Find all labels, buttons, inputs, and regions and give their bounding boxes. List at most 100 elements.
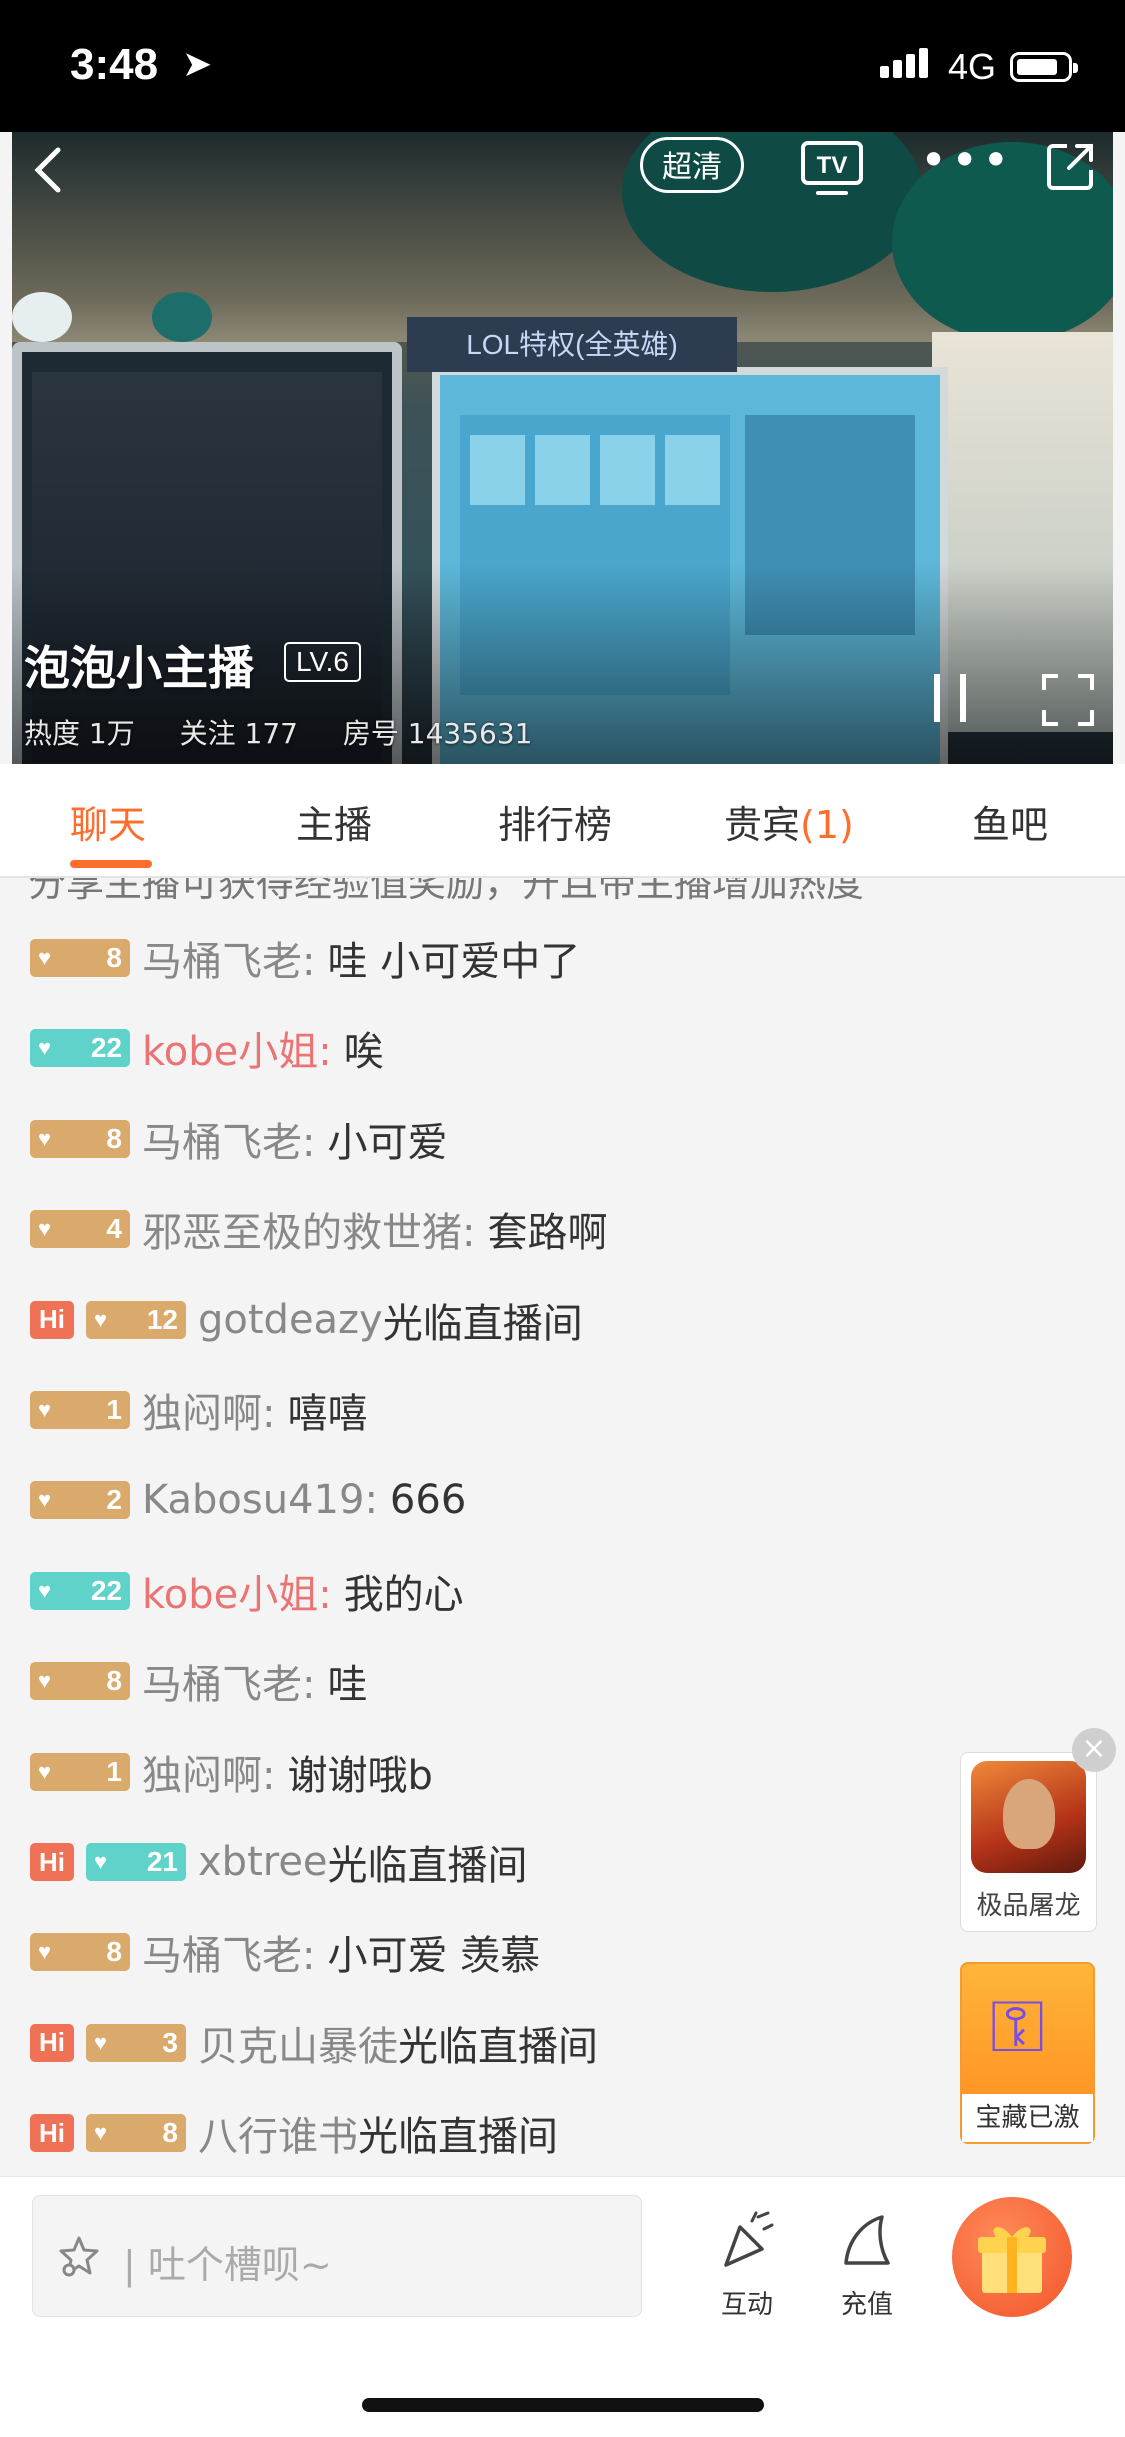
network-type: 4G <box>948 46 997 87</box>
chat-input-placeholder: | 吐个槽呗~ <box>123 2243 332 2287</box>
more-options-icon[interactable]: ••• <box>920 137 1009 183</box>
hi-badge: Hi <box>30 2023 74 2062</box>
chat-message[interactable]: ♥ 4 邪恶至极的救世猪: 套路啊 <box>30 1199 607 1259</box>
chat-text: 666 <box>389 1477 467 1524</box>
chat-username[interactable]: 马桶飞老: <box>142 1652 315 1710</box>
hi-badge: Hi <box>30 1843 74 1881</box>
recharge-label: 充值 <box>840 2290 893 2320</box>
home-indicator <box>362 2398 764 2412</box>
recharge-fin-icon <box>844 2215 890 2265</box>
close-ad-icon[interactable]: × <box>1072 1728 1116 1772</box>
fan-level-badge: ♥ 2 <box>30 1481 130 1520</box>
badge-emblem-icon: ♥ <box>38 1668 52 1694</box>
chat-username[interactable]: 独闷啊: <box>142 1743 275 1801</box>
tab-chat[interactable]: 聊天 <box>70 794 146 849</box>
chat-text: 光临直播间 <box>327 1843 528 1889</box>
chat-message[interactable]: ♥ 8 马桶飞老: 小可爱 羡慕 <box>30 1922 540 1982</box>
status-time: 3:48 <box>70 40 159 89</box>
chat-message[interactable]: ♥ 2 Kabosu419: 666 <box>30 1470 466 1530</box>
cellular-signal-icon <box>880 48 932 78</box>
fan-level-badge: ♥ 4 <box>30 1210 130 1249</box>
balloon-decoration <box>152 292 212 342</box>
svg-text:TV: TV <box>817 152 848 179</box>
chat-message[interactable]: ♥ 1 独闷啊: 嘻嘻 <box>30 1380 367 1440</box>
chat-username[interactable]: kobe小姐: <box>142 1019 332 1077</box>
chat-username[interactable]: xbtree <box>198 1839 328 1885</box>
chat-message[interactable]: Hi ♥ 8 八行谁书 光临直播间 <box>30 2103 558 2163</box>
chat-username[interactable]: 马桶飞老: <box>142 1110 315 1168</box>
chat-message[interactable]: ♥ 8 马桶飞老: 哇 小可爱中了 <box>30 928 580 988</box>
chat-input[interactable]: | 吐个槽呗~ <box>32 2195 642 2317</box>
fan-level-number: 12 <box>146 1303 178 1335</box>
chat-message[interactable]: Hi ♥ 21 xbtree 光临直播间 <box>30 1832 528 1892</box>
chat-username[interactable]: 马桶飞老: <box>142 1923 315 1981</box>
game-ad[interactable]: 极品屠龙 <box>960 1752 1097 1932</box>
tab-ranking[interactable]: 排行榜 <box>498 794 612 849</box>
chat-message[interactable]: ♥ 1 独闷啊: 谢谢哦b <box>30 1742 433 1802</box>
fullscreen-icon[interactable] <box>1040 672 1096 728</box>
pause-icon[interactable] <box>930 670 970 726</box>
chat-username[interactable]: 八行谁书 <box>198 2104 358 2162</box>
back-arrow-icon[interactable] <box>28 140 68 200</box>
interact-label: 互动 <box>720 2290 773 2320</box>
interact-button[interactable]: 互动 <box>702 2207 792 2321</box>
tv-cast-icon[interactable]: TV <box>800 140 864 198</box>
chat-message[interactable]: ♥ 8 马桶飞老: 哇 <box>30 1651 367 1711</box>
chat-username[interactable]: 独闷啊: <box>142 1381 275 1439</box>
quality-button[interactable]: 超清 <box>640 137 744 193</box>
fan-level-badge: ♥ 22 <box>30 1029 130 1068</box>
party-popper-icon <box>724 2211 774 2267</box>
emoji-star-icon[interactable] <box>57 2234 101 2278</box>
chat-message[interactable]: ♥ 22 kobe小姐: 唉 <box>30 1018 384 1078</box>
gift-box-icon <box>978 2227 1046 2293</box>
chat-message[interactable]: ♥ 22 kobe小姐: 我的心 <box>30 1561 464 1621</box>
treasure-ad[interactable]: ⚿ 宝藏已激 <box>960 1962 1095 2144</box>
game-ad-image <box>971 1761 1086 1873</box>
fan-level-badge: ♥ 8 <box>30 1662 130 1701</box>
video-sign: LOL特权(全英雄) <box>407 317 737 372</box>
tab-vip[interactable]: 贵宾(1) <box>724 794 854 849</box>
badge-emblem-icon: ♥ <box>38 1758 52 1784</box>
chat-username[interactable]: gotdeazy <box>198 1297 383 1343</box>
badge-emblem-icon: ♥ <box>94 1849 108 1874</box>
share-icon[interactable] <box>1045 140 1097 192</box>
chat-username[interactable]: 贝克山暴徒 <box>198 2014 398 2072</box>
chat-message[interactable]: Hi ♥ 3 贝克山暴徒 光临直播间 <box>30 2013 598 2073</box>
chat-text: 我的心 <box>343 1571 464 1618</box>
chat-text: 嘻嘻 <box>287 1391 368 1437</box>
gift-button[interactable] <box>952 2197 1072 2317</box>
chat-list[interactable]: 分享主播可获得经验值奖励，开且带主播增加热度 ♥ 8 马桶飞老: 哇 小可爱中了 ♥ 22… <box>0 878 1125 2178</box>
badge-emblem-icon: ♥ <box>94 2120 108 2146</box>
chat-text: 光临直播间 <box>358 2114 558 2161</box>
chat-username[interactable]: 邪恶至极的救世猪: <box>142 1200 475 1258</box>
fan-level-number: 8 <box>106 1665 122 1697</box>
tab-streamer[interactable]: 主播 <box>296 794 372 849</box>
follow-stat: 关注 177 <box>179 717 298 750</box>
chat-text: 谢谢哦b <box>287 1752 433 1799</box>
badge-emblem-icon: ♥ <box>38 1397 52 1422</box>
tab-bar: 聊天 主播 排行榜 贵宾(1) 鱼吧 <box>0 764 1125 878</box>
heat-stat: 热度 1万 <box>24 717 135 750</box>
active-tab-indicator <box>70 860 152 868</box>
tab-fishbar[interactable]: 鱼吧 <box>972 794 1048 849</box>
balloon-decoration <box>12 292 72 342</box>
treasure-ad-label: 宝藏已激 <box>962 2094 1093 2142</box>
fan-level-number: 3 <box>162 2026 178 2058</box>
chat-username[interactable]: kobe小姐: <box>142 1562 332 1620</box>
chat-text: 光临直播间 <box>382 1300 583 1347</box>
chat-message[interactable]: ♥ 8 马桶飞老: 小可爱 <box>30 1109 447 1169</box>
chat-username[interactable]: 马桶飞老: <box>142 929 315 987</box>
fan-level-badge: ♥ 8 <box>30 1933 130 1972</box>
room-number: 房号 1435631 <box>342 717 533 750</box>
fan-level-number: 8 <box>106 1936 122 1968</box>
chat-username[interactable]: Kabosu419: <box>142 1477 378 1523</box>
badge-emblem-icon: ♥ <box>94 2029 108 2055</box>
fan-level-number: 2 <box>106 1484 122 1516</box>
fan-level-number: 8 <box>162 2117 178 2149</box>
chat-message[interactable]: Hi ♥ 12 gotdeazy 光临直播间 <box>30 1290 583 1350</box>
fan-level-number: 1 <box>106 1755 122 1787</box>
status-bar: 3:48 ➤ 4G <box>0 0 1125 132</box>
fan-level-badge: ♥ 1 <box>30 1391 130 1429</box>
badge-emblem-icon: ♥ <box>38 1577 52 1603</box>
recharge-button[interactable]: 充值 <box>822 2207 912 2321</box>
